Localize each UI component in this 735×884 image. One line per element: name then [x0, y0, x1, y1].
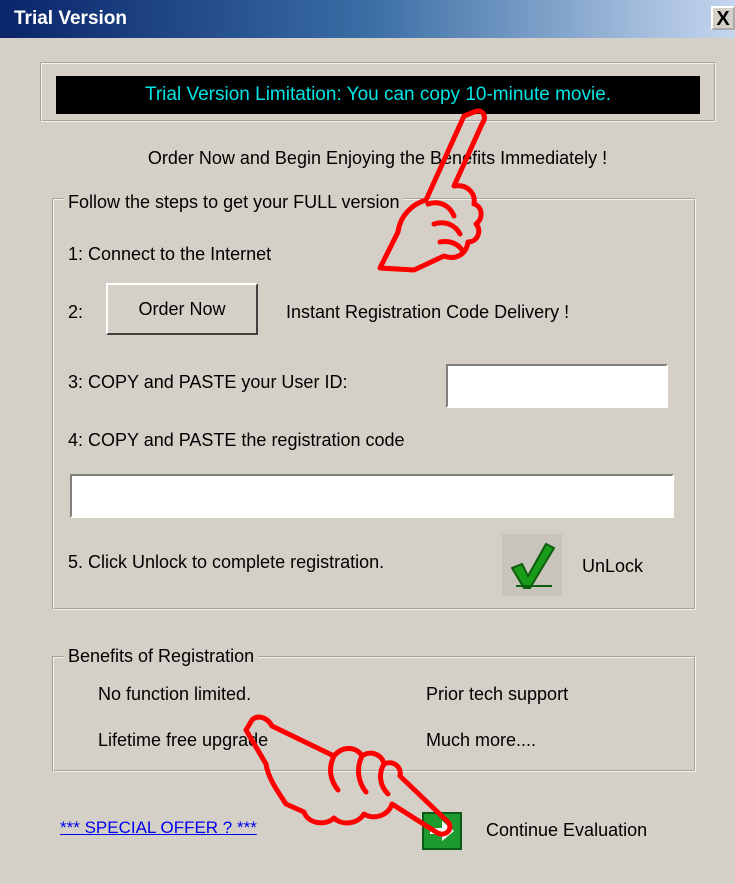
- step-4-text: 4: COPY and PASTE the registration code: [68, 430, 405, 450]
- benefit-item: No function limited.: [98, 684, 252, 704]
- benefit-item: Lifetime free upgrade: [98, 730, 269, 750]
- order-now-button[interactable]: Order Now: [106, 283, 258, 335]
- checkmark-icon: [510, 542, 556, 589]
- unlock-label[interactable]: UnLock: [582, 556, 643, 577]
- step-5-text: 5. Click Unlock to complete registration…: [68, 552, 385, 572]
- title-bar[interactable]: Trial Version X: [0, 0, 735, 38]
- benefits-group: [52, 656, 696, 772]
- window-title: Trial Version: [14, 8, 127, 29]
- special-offer-link[interactable]: *** SPECIAL OFFER ? ***: [60, 818, 257, 838]
- user-id-field[interactable]: [446, 364, 668, 408]
- trial-version-dialog: Trial Version X Trial Version Limitation…: [0, 0, 735, 884]
- continue-button[interactable]: [422, 812, 462, 850]
- benefits-group-legend: Benefits of Registration: [64, 646, 259, 667]
- benefit-item: Much more....: [426, 730, 537, 750]
- registration-code-field[interactable]: [70, 474, 674, 518]
- order-heading: Order Now and Begin Enjoying the Benefit…: [147, 148, 608, 168]
- unlock-button[interactable]: [502, 534, 562, 596]
- order-now-label: Order Now: [138, 298, 226, 319]
- steps-group-legend: Follow the steps to get your FULL versio…: [64, 192, 404, 213]
- benefit-item: Prior tech support: [426, 684, 569, 704]
- instant-delivery-text: Instant Registration Code Delivery !: [286, 302, 570, 322]
- step-3-text: 3: COPY and PASTE your User ID:: [68, 372, 348, 392]
- trial-limitation-notice: Trial Version Limitation: You can copy 1…: [56, 76, 700, 114]
- continue-evaluation-label[interactable]: Continue Evaluation: [486, 820, 647, 841]
- close-button[interactable]: X: [711, 6, 735, 30]
- green-arrow-icon: [430, 821, 454, 841]
- step-2-prefix: 2:: [68, 302, 84, 322]
- step-1-text: 1: Connect to the Internet: [68, 244, 272, 264]
